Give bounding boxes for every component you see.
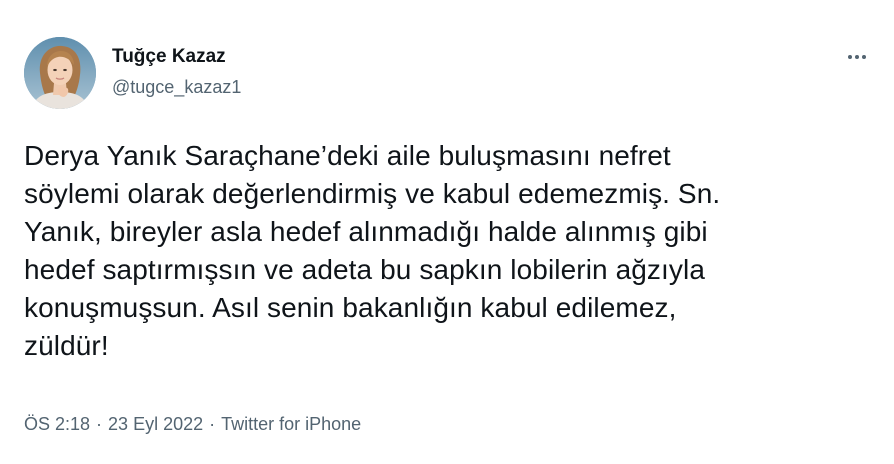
tweet-source-link[interactable]: Twitter for iPhone — [221, 414, 361, 434]
tweet-card: Tuğçe Kazaz @tugce_kazaz1 Derya Yanık Sa… — [0, 0, 894, 464]
tweet-text-line: hedef saptırmışsın ve adeta bu sapkın lo… — [24, 254, 705, 285]
author-display-name[interactable]: Tuğçe Kazaz — [112, 45, 226, 69]
tweet-date-link[interactable]: 23 Eyl 2022 — [108, 414, 203, 434]
more-dot — [855, 55, 859, 59]
tweet-text-line: söylemi olarak değerlendirmiş ve kabul e… — [24, 178, 721, 209]
tweet-time-link[interactable]: ÖS 2:18 — [24, 414, 90, 434]
author-handle[interactable]: @tugce_kazaz1 — [112, 76, 241, 98]
more-dot — [848, 55, 852, 59]
more-dot — [862, 55, 866, 59]
meta-separator: · — [96, 414, 103, 434]
tweet-text-line: konuşmuşsun. Asıl senin bakanlığın kabul… — [24, 292, 677, 323]
tweet-text-line: Yanık, bireyler asla hedef alınmadığı ha… — [24, 216, 708, 247]
author-avatar[interactable] — [24, 37, 96, 109]
more-options-icon[interactable] — [842, 46, 872, 68]
tweet-text: Derya Yanık Saraçhane’deki aile buluşmas… — [24, 137, 864, 365]
tweet-meta: ÖS 2:18 · 23 Eyl 2022 · Twitter for iPhone — [24, 412, 361, 436]
tweet-text-line: züldür! — [24, 330, 109, 361]
profile-photo-icon — [24, 37, 96, 109]
meta-separator: · — [209, 414, 216, 434]
tweet-text-line: Derya Yanık Saraçhane’deki aile buluşmas… — [24, 140, 671, 171]
